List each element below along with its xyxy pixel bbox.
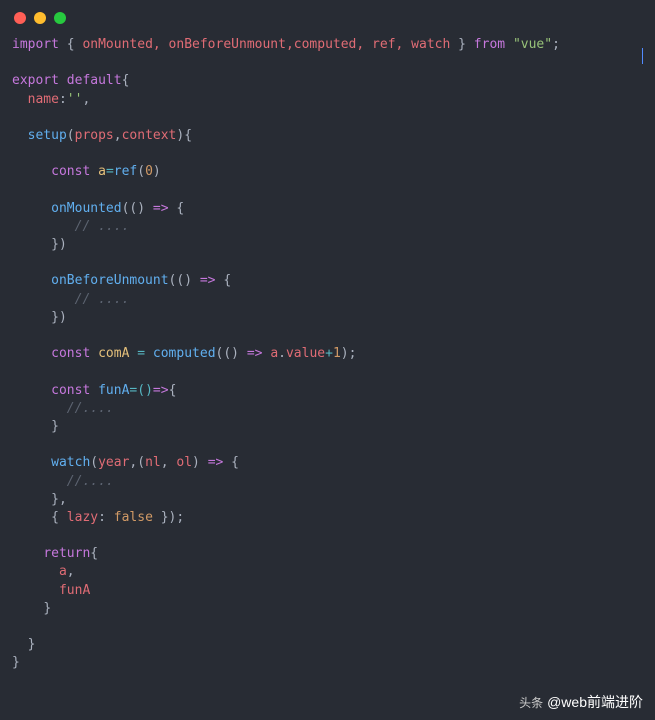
comment: //.... (67, 474, 114, 489)
code-editor[interactable]: import { onMounted, onBeforeUnmount,comp… (0, 32, 655, 677)
keyword-return: return (43, 546, 90, 561)
keyword-export: export (12, 73, 59, 88)
comment: //.... (67, 401, 114, 416)
maximize-icon[interactable] (54, 12, 66, 24)
comment: // .... (75, 219, 130, 234)
text-cursor (642, 48, 643, 64)
window-controls (0, 0, 655, 32)
minimize-icon[interactable] (34, 12, 46, 24)
keyword-import: import (12, 37, 59, 52)
close-icon[interactable] (14, 12, 26, 24)
comment: // .... (75, 292, 130, 307)
watermark: 头条 @web前端进阶 (519, 692, 643, 712)
